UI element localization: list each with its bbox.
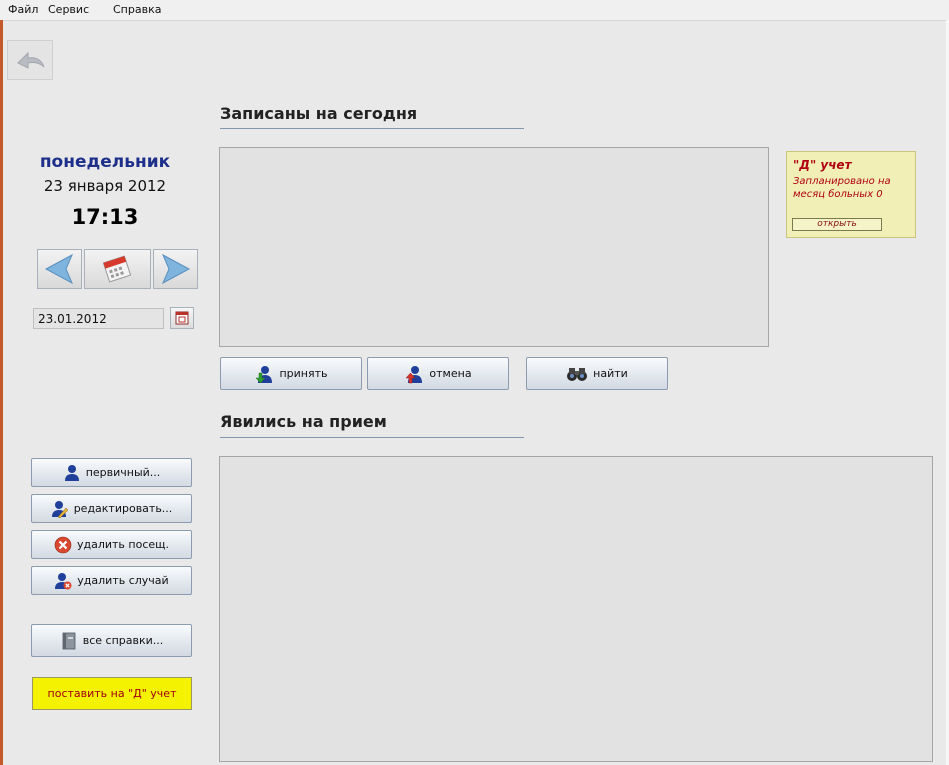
d-account-panel: "Д" учет Запланировано на месяц больных …: [786, 151, 916, 238]
menu-bar: Файл Сервис Справка: [0, 0, 949, 21]
find-button-label: найти: [593, 367, 628, 380]
left-arrow-icon: [44, 253, 74, 285]
menu-help[interactable]: Справка: [113, 3, 161, 16]
primary-visit-button[interactable]: первичный...: [31, 458, 192, 487]
calendar-icon: [175, 311, 189, 325]
edit-button[interactable]: редактировать...: [31, 494, 192, 523]
scheduled-title-underline: [220, 128, 524, 129]
right-arrow-icon: [161, 253, 191, 285]
delete-visit-label: удалить посещ.: [76, 538, 170, 551]
scheduled-list[interactable]: [219, 147, 769, 347]
user-edit-icon: [51, 500, 69, 518]
accept-button[interactable]: принять: [220, 357, 362, 390]
user-delete-icon: [55, 572, 72, 589]
register-d-account-button[interactable]: поставить на "Д" учет: [32, 677, 192, 710]
cancel-button-label: отмена: [429, 367, 472, 380]
arrived-title: Явились на прием: [220, 412, 387, 431]
accept-button-label: принять: [279, 367, 328, 380]
delete-circle-icon: [54, 536, 72, 553]
delete-case-button[interactable]: удалить случай: [31, 566, 192, 595]
binoculars-icon: [567, 367, 588, 381]
all-references-button[interactable]: все справки...: [31, 624, 192, 657]
prev-day-button[interactable]: [37, 249, 82, 289]
edit-button-label: редактировать...: [73, 502, 173, 515]
window-left-edge: [0, 20, 3, 765]
delete-case-label: удалить случай: [77, 574, 169, 587]
delete-visit-button[interactable]: удалить посещ.: [31, 530, 192, 559]
arrived-list[interactable]: [219, 456, 933, 762]
primary-visit-label: первичный...: [85, 466, 161, 479]
d-account-text: Запланировано на месяц больных 0: [793, 176, 891, 200]
date-picker-button[interactable]: [170, 307, 194, 329]
scheduled-title: Записаны на сегодня: [220, 104, 418, 123]
calendar-button[interactable]: [84, 249, 151, 289]
next-day-button[interactable]: [153, 249, 198, 289]
current-time: 17:13: [71, 205, 139, 229]
day-of-week: понедельник: [39, 152, 171, 172]
d-account-open-button[interactable]: открыть: [792, 218, 882, 231]
menu-file[interactable]: Файл: [8, 3, 38, 16]
user-green-arrow-icon: [255, 365, 273, 383]
user-red-arrow-icon: [405, 365, 423, 383]
back-button[interactable]: [7, 40, 53, 80]
current-date: 23 января 2012: [43, 177, 167, 195]
cancel-button[interactable]: отмена: [367, 357, 509, 390]
all-references-label: все справки...: [82, 634, 164, 647]
d-account-title: "Д" учет: [793, 158, 852, 172]
arrived-title-underline: [220, 437, 524, 438]
calendar-icon: [102, 255, 132, 283]
back-arrow-icon: [17, 51, 45, 69]
date-field[interactable]: 23.01.2012: [33, 308, 164, 329]
book-icon: [62, 632, 76, 649]
user-icon: [64, 464, 79, 481]
menu-service[interactable]: Сервис: [48, 3, 89, 16]
find-button[interactable]: найти: [526, 357, 668, 390]
